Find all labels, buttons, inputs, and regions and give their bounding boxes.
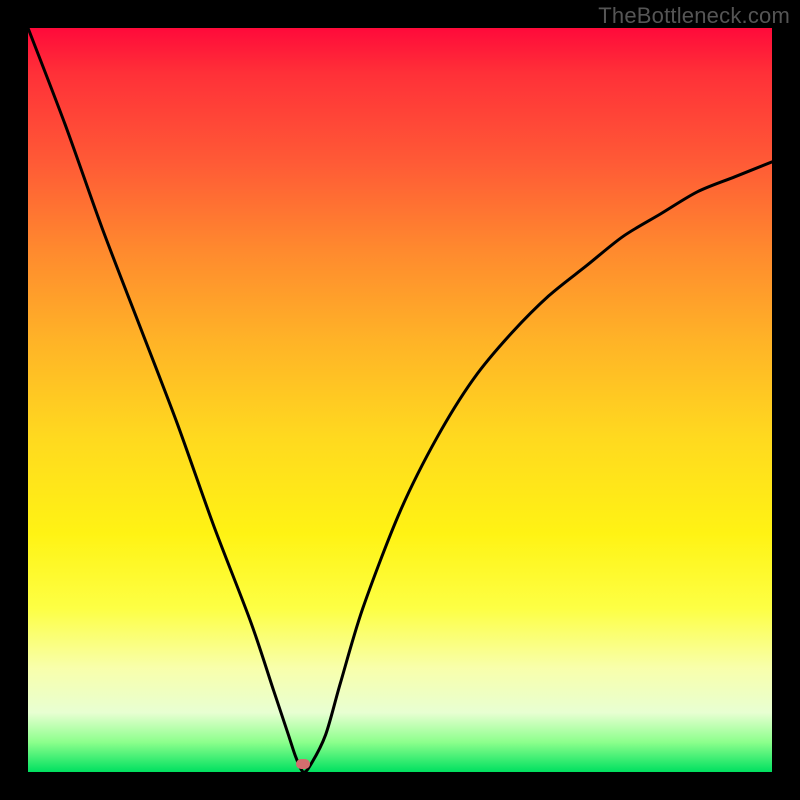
bottleneck-curve-path: [28, 28, 772, 772]
curve-svg: [28, 28, 772, 772]
chart-frame: TheBottleneck.com: [0, 0, 800, 800]
minimum-marker: [296, 759, 310, 769]
watermark-text: TheBottleneck.com: [598, 3, 790, 29]
plot-area: [28, 28, 772, 772]
